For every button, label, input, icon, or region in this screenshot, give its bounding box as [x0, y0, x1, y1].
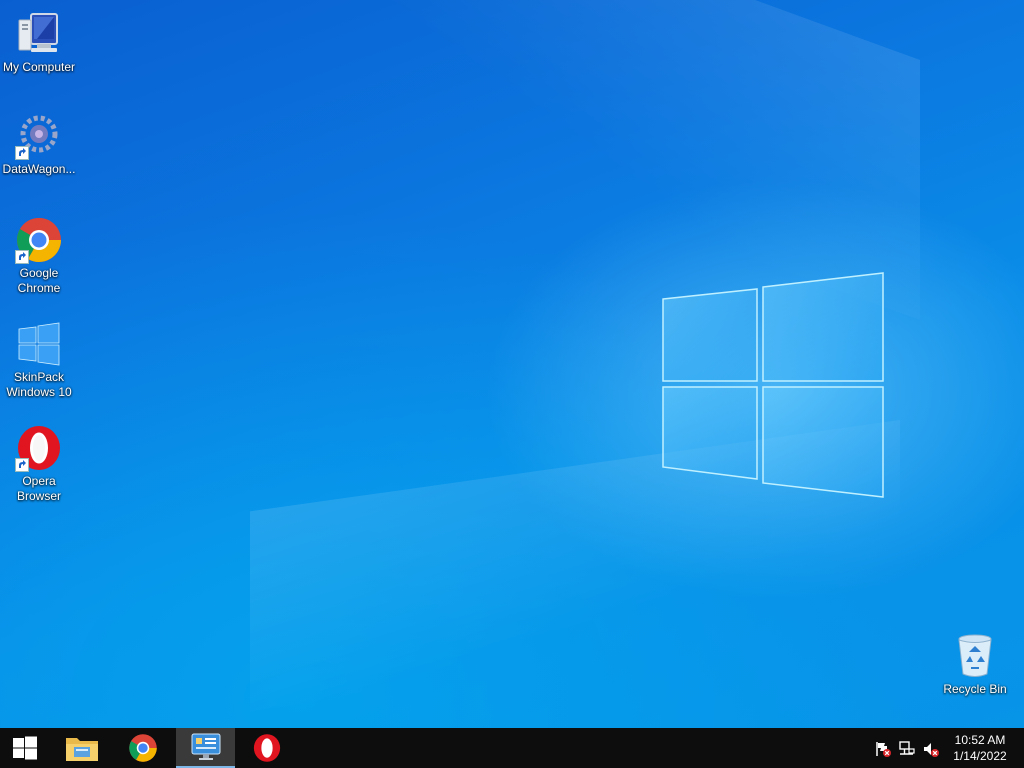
windows-start-icon [13, 736, 37, 760]
windows-logo-wallpaper [662, 272, 884, 498]
desktop-icon-label: Google Chrome [17, 266, 61, 295]
desktop-icon-google-chrome[interactable]: Google Chrome [0, 216, 78, 296]
folder-icon [66, 738, 98, 761]
shortcut-arrow-icon [15, 250, 29, 264]
taskbar-google-chrome[interactable] [115, 728, 171, 768]
desktop-icon-skinpack-windows-10[interactable]: SkinPack Windows 10 [0, 320, 78, 400]
network-icon[interactable] [898, 740, 916, 758]
taskbar-control-panel[interactable] [176, 728, 235, 768]
shortcut-arrow-icon [15, 458, 29, 472]
desktop-icon-label: SkinPack Windows 10 [6, 370, 72, 399]
desktop-icon-label: Recycle Bin [943, 682, 1007, 696]
clock-time: 10:52 AM [954, 733, 1006, 747]
desktop-icon-recycle-bin[interactable]: Recycle Bin [936, 632, 1014, 697]
desktop-icon-my-computer[interactable]: My Computer [0, 10, 78, 75]
computer-icon [15, 10, 63, 58]
recycle-bin-icon [951, 632, 999, 680]
action-center-flag-icon[interactable] [874, 740, 892, 758]
taskbar-opera-browser[interactable] [239, 728, 295, 768]
system-clock[interactable]: 10:52 AM 1/14/2022 [944, 732, 1016, 764]
desktop-icon-datawagon[interactable]: DataWagon... [0, 112, 78, 177]
windows-logo-icon [15, 320, 63, 368]
desktop-icon-opera-browser[interactable]: Opera Browser [0, 424, 78, 504]
volume-muted-icon[interactable] [922, 740, 940, 758]
clock-date: 1/14/2022 [953, 749, 1007, 763]
desktop-icon-label: DataWagon... [2, 162, 76, 176]
opera-icon [15, 424, 63, 472]
datawagon-icon [15, 112, 63, 160]
start-button[interactable] [0, 728, 50, 768]
taskbar: 10:52 AM 1/14/2022 [0, 728, 1024, 768]
desktop-icon-label: My Computer [2, 60, 76, 74]
desktop[interactable]: My Computer DataWagon... Google Chrome S… [0, 0, 1024, 728]
taskbar-file-explorer[interactable] [54, 728, 110, 768]
chrome-icon [15, 216, 63, 264]
chrome-icon [129, 734, 157, 762]
shortcut-arrow-icon [15, 146, 29, 160]
opera-icon [253, 734, 281, 762]
desktop-icon-label: Opera Browser [16, 474, 61, 503]
control-panel-icon [191, 733, 220, 760]
